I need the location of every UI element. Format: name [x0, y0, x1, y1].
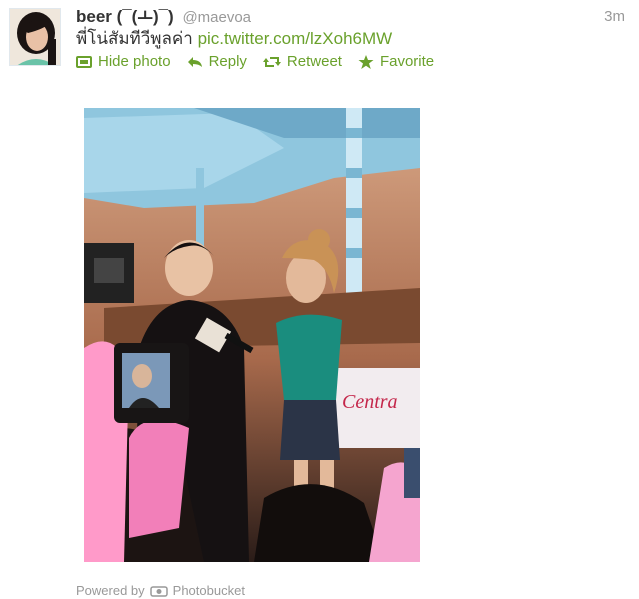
photo-icon: [76, 56, 92, 68]
tweet-message: พี่โน่สัมทีวีพูลค่า: [76, 29, 193, 48]
powered-by: Powered by Photobucket: [76, 583, 245, 599]
hide-photo-button[interactable]: Hide photo: [76, 53, 171, 71]
camera-icon: [149, 586, 168, 597]
photobucket-link[interactable]: Photobucket: [173, 583, 245, 599]
reply-icon: [187, 57, 202, 67]
tweet-header: beer (¯(ㅗ)¯) @maevoa 3m: [76, 6, 625, 28]
sign-text: Centra: [342, 391, 398, 413]
display-name[interactable]: beer (¯(ㅗ)¯): [76, 7, 174, 26]
username-handle[interactable]: @maevoa: [182, 9, 251, 26]
powered-by-label: Powered by: [76, 583, 145, 598]
event-photo-illustration: Centra: [84, 108, 420, 562]
reply-label: Reply: [208, 53, 247, 70]
star-icon: [358, 55, 374, 69]
reply-button[interactable]: Reply: [187, 53, 247, 71]
retweet-icon: [262, 57, 281, 67]
retweet-label: Retweet: [286, 53, 342, 70]
retweet-button[interactable]: Retweet: [262, 53, 342, 71]
timestamp[interactable]: 3m: [604, 6, 625, 28]
pic-link[interactable]: pic.twitter.com/lzXoh6MW: [198, 29, 393, 48]
hide-photo-label: Hide photo: [98, 53, 171, 70]
favorite-button[interactable]: Favorite: [358, 53, 434, 71]
avatar-photo: [10, 9, 60, 65]
tweet-text: พี่โน่สัมทีวีพูลค่า pic.twitter.com/lzXo…: [76, 29, 392, 49]
favorite-label: Favorite: [379, 53, 435, 70]
tweet-actions: Hide photo Reply Retweet Favorite: [76, 53, 434, 71]
avatar[interactable]: [9, 8, 61, 66]
tweet-photo[interactable]: Centra: [84, 108, 420, 562]
